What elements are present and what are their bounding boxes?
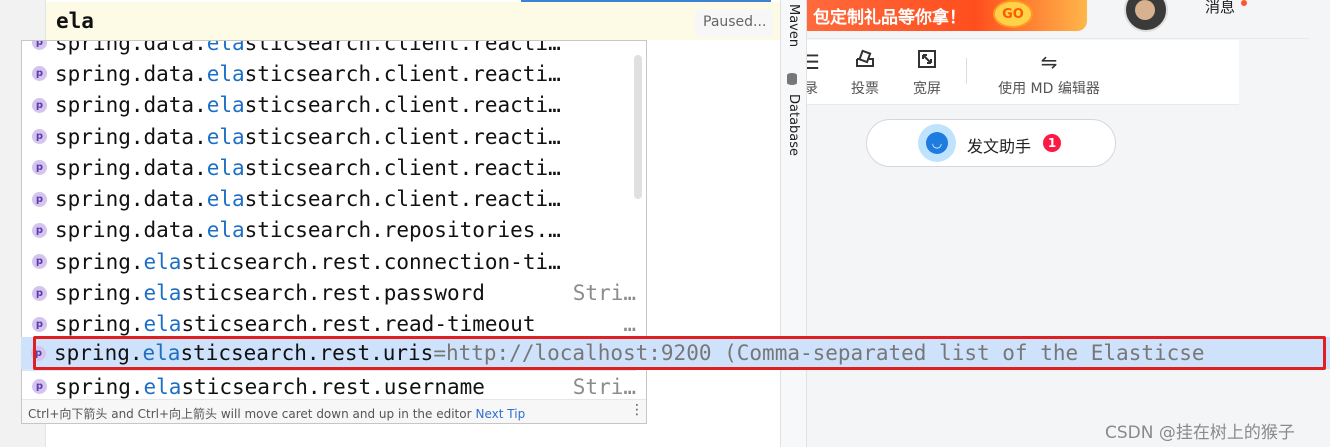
completion-item[interactable]: p spring.data.elasticsearch.repositories… <box>22 215 636 246</box>
completion-item[interactable]: p spring.elasticsearch.rest.username Str… <box>22 371 636 402</box>
assistant-icon-inner: ◡ <box>926 132 948 154</box>
property-icon: p <box>32 41 47 51</box>
assistant-badge: 1 <box>1043 134 1061 152</box>
completion-item[interactable]: p spring.data.elasticsearch.client.react… <box>22 58 636 89</box>
toolbar-bottom-border <box>807 104 1239 105</box>
completion-hint: Ctrl+向下箭头 and Ctrl+向上箭头 will move caret … <box>28 405 525 422</box>
assistant-label: 发文助手 <box>967 137 1032 156</box>
property-icon: p <box>32 160 47 176</box>
property-icon: p <box>32 66 47 82</box>
property-icon: p <box>32 97 47 113</box>
completion-footer: Ctrl+向下箭头 and Ctrl+向上箭头 will move caret … <box>22 399 646 423</box>
vote-icon <box>847 48 883 78</box>
property-icon: p <box>32 254 47 270</box>
paused-indicator: Paused... <box>695 9 773 37</box>
switch-editor-icon: ⇋ <box>1040 50 1058 74</box>
highlight-annotation-box <box>33 336 1326 370</box>
completion-item[interactable]: p spring.data.elasticsearch.client.react… <box>22 121 636 152</box>
writing-assistant-button[interactable]: ◡ 发文助手 1 <box>866 119 1116 167</box>
messages-unread-dot <box>1241 0 1247 6</box>
watermark: CSDN @挂在树上的猴子 <box>1105 423 1295 443</box>
property-icon: p <box>32 316 47 332</box>
editor-toolbar: ☰ 录 投票 宽屏 ⇋ 使用 MD 编辑器 <box>802 40 1239 104</box>
property-icon: p <box>32 129 47 145</box>
completion-scrollbar[interactable] <box>634 55 642 199</box>
completion-item[interactable]: p spring.data.elasticsearch.client.react… <box>22 41 636 58</box>
completion-item[interactable]: p spring.elasticsearch.rest.connection-t… <box>22 246 636 277</box>
widescreen-icon <box>909 48 945 78</box>
database-icon <box>786 72 798 90</box>
tool-window-strip: Maven Database <box>780 0 807 447</box>
completion-hint-text: Ctrl+向下箭头 and Ctrl+向上箭头 will move caret … <box>28 407 472 421</box>
completion-item[interactable]: p spring.elasticsearch.rest.password Str… <box>22 277 636 308</box>
promo-banner-text: 包定制礼品等你拿！ <box>813 8 966 28</box>
toolbar-widescreen-button[interactable]: 宽屏 <box>909 48 945 98</box>
next-tip-link[interactable]: Next Tip <box>476 407 526 421</box>
maven-tool-tab[interactable]: Maven <box>786 4 801 47</box>
messages-link[interactable]: 消息 <box>1205 0 1235 17</box>
property-icon: p <box>32 379 47 395</box>
toolbar-md-editor-label: 使用 MD 编辑器 <box>998 81 1100 97</box>
editor-current-line[interactable] <box>46 2 780 40</box>
property-icon: p <box>32 285 47 301</box>
property-icon: p <box>32 191 47 207</box>
property-icon: p <box>32 222 47 238</box>
database-tool-tab[interactable]: Database <box>786 94 801 156</box>
toolbar-widescreen-label: 宽屏 <box>913 81 941 97</box>
toolbar-vote-button[interactable]: 投票 <box>847 48 883 98</box>
more-options-icon[interactable]: ⋮ <box>630 402 644 418</box>
editor-typed-text[interactable]: ela <box>56 9 94 33</box>
toolbar-md-editor-button[interactable]: ⇋ 使用 MD 编辑器 <box>993 48 1105 98</box>
toolbar-vote-label: 投票 <box>851 81 879 97</box>
assistant-icon: ◡ <box>918 124 956 162</box>
toolbar-divider <box>966 58 967 84</box>
completion-item[interactable]: p spring.data.elasticsearch.client.react… <box>22 90 636 121</box>
promo-banner[interactable]: 包定制礼品等你拿！ GO <box>807 0 1087 31</box>
promo-go-button[interactable]: GO <box>993 0 1033 28</box>
completion-item[interactable]: p spring.data.elasticsearch.client.react… <box>22 183 636 214</box>
header-divider <box>807 38 1309 39</box>
completion-item[interactable]: p spring.data.elasticsearch.client.react… <box>22 152 636 183</box>
avatar-face <box>1135 0 1155 20</box>
